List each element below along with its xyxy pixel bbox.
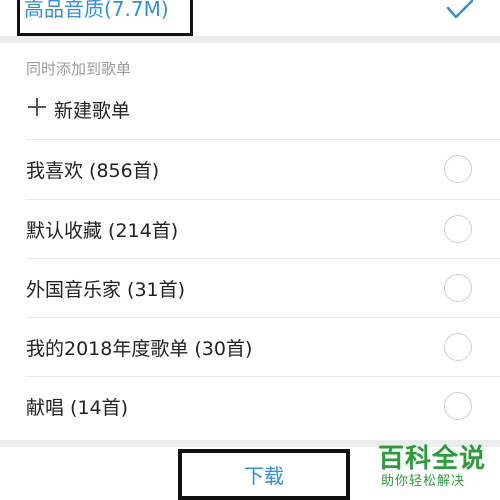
playlist-row[interactable]: 我喜欢 (856首) — [0, 140, 500, 199]
playlist-radio[interactable] — [444, 333, 472, 361]
playlist-label: 默认收藏 (214首) — [26, 220, 179, 242]
playlist-row[interactable]: 献唱 (14首) — [0, 377, 500, 436]
section-separator — [0, 36, 500, 43]
playlist-label: 我喜欢 (856首) — [26, 160, 160, 182]
annotation-highlight-box — [17, 0, 193, 36]
plus-icon — [28, 98, 46, 116]
playlist-radio[interactable] — [444, 274, 472, 302]
playlist-radio[interactable] — [444, 392, 472, 420]
watermark-subtitle: 助你轻松解决 — [381, 474, 466, 489]
download-label: 下载 — [244, 464, 284, 488]
playlist-label: 我的2018年度歌单 (30首) — [26, 338, 253, 360]
playlist-label: 外国音乐家 (31首) — [26, 279, 186, 301]
watermark-logo: 百科全说 助你轻松解决 — [368, 436, 498, 500]
playlist-label: 献唱 (14首) — [26, 397, 129, 419]
new-playlist-label: 新建歌单 — [54, 100, 131, 122]
playlist-row[interactable]: 外国音乐家 (31首) — [0, 259, 500, 318]
playlist-row[interactable]: 默认收藏 (214首) — [0, 200, 500, 259]
checkmark-icon — [446, 0, 474, 19]
section-header: 同时添加到歌单 — [26, 60, 132, 78]
playlist-row[interactable]: 我的2018年度歌单 (30首) — [0, 318, 500, 377]
download-button[interactable]: 下载 — [178, 449, 350, 500]
playlist-radio[interactable] — [444, 215, 472, 243]
playlist-radio[interactable] — [444, 155, 472, 183]
